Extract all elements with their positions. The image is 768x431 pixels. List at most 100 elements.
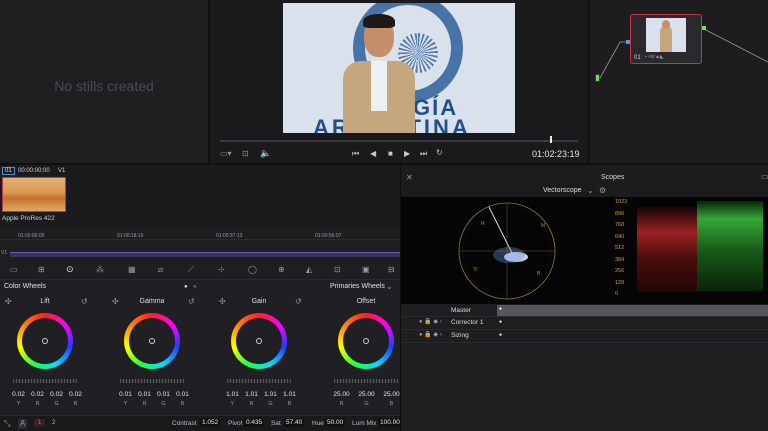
hue-value[interactable]: 50.00 [325, 418, 346, 427]
stop-icon[interactable]: ■ [388, 150, 393, 158]
color-match-icon[interactable]: ⊞ [38, 266, 45, 274]
keyframe-master-track[interactable] [497, 305, 768, 316]
viewer-image[interactable]: GÍA ARGENTINA [283, 3, 515, 133]
node-output-port[interactable] [702, 26, 706, 30]
keyframe-row-master[interactable]: Master [451, 307, 471, 314]
wheel-handle[interactable] [363, 338, 369, 344]
wheel-handle[interactable] [42, 338, 48, 344]
page-dot-1[interactable]: ● [184, 284, 188, 290]
master-wheel-slider[interactable] [334, 379, 398, 383]
wheel-value[interactable]: 1.01 [261, 391, 280, 398]
hdr-icon[interactable]: ⁂ [96, 266, 104, 274]
wheel-value[interactable]: 25.00 [354, 391, 379, 398]
wheel-lift: ✣ Lift ↺ 0.02 Y 0.02 R 0.02 G 0.02 B [5, 295, 88, 415]
row-divider [401, 329, 768, 330]
qualifier-icon[interactable]: ⊹ [218, 266, 225, 274]
channel-label: B [287, 401, 292, 407]
keyframe-row-corrector[interactable]: Corrector 1 [451, 319, 484, 326]
volume-icon[interactable]: 🔈 [260, 149, 271, 158]
wheel-value[interactable]: 0.02 [47, 391, 66, 398]
wheel-handle[interactable] [149, 338, 155, 344]
sizing-icon[interactable]: ▣ [362, 266, 370, 274]
tracker-icon[interactable]: ⊕ [278, 266, 285, 274]
3d-icon[interactable]: ⊟ [388, 266, 395, 274]
mini-timeline[interactable]: 01:00:00:00 01:00:18:19 01:00:37:13 01:0… [0, 230, 400, 262]
wheel-value[interactable]: 0.01 [173, 391, 192, 398]
clip-thumbnail[interactable] [2, 177, 66, 212]
skip-start-icon[interactable]: ⏮ [352, 150, 359, 158]
key-icon[interactable]: ⊡ [334, 266, 341, 274]
motion-effects-icon[interactable]: ⧄ [158, 266, 163, 274]
channel-label: G [161, 401, 166, 407]
wheel-gain: ✣ Gain ↺ 1.01 Y 1.01 R 1.01 G 1.01 B [219, 295, 302, 415]
contrast-value[interactable]: 1.052 [200, 418, 221, 427]
wheel-value[interactable]: 0.01 [154, 391, 173, 398]
scale-label: 384 [615, 256, 625, 263]
lummix-label: Lum Mix [352, 420, 377, 427]
keyframe-row-sizing[interactable]: Sizing [451, 332, 469, 339]
window-icon[interactable]: ◯ [248, 266, 257, 274]
pivot-value[interactable]: 0.435 [244, 418, 265, 427]
chevron-down-icon[interactable]: ⌄ [386, 283, 393, 291]
scrub-bar[interactable] [220, 140, 578, 142]
page-2-button[interactable]: 2 [48, 419, 59, 427]
curves-icon[interactable]: ⟋ [188, 266, 194, 274]
row-divider [401, 342, 768, 343]
wheel-value[interactable]: 1.01 [280, 391, 299, 398]
playhead[interactable] [550, 136, 552, 143]
wheel-value[interactable]: 0.01 [116, 391, 135, 398]
camera-raw-icon[interactable]: ▭ [10, 266, 18, 274]
audio-mute-icon[interactable]: ⊡ [242, 150, 249, 158]
lummix-value[interactable]: 100.00 [378, 418, 402, 427]
skip-end-icon[interactable]: ⏭ [420, 150, 427, 158]
timeline-clip[interactable] [10, 252, 400, 257]
scope-mode-select[interactable]: Vectorscope [543, 187, 582, 194]
page-1-button[interactable]: 1 [34, 419, 46, 427]
scope-settings-icon[interactable]: ⚙ [599, 187, 606, 195]
wheel-value[interactable]: 25.00 [329, 391, 354, 398]
wheel-value[interactable]: 0.02 [28, 391, 47, 398]
reset-icon[interactable]: ↺ [81, 298, 88, 306]
sat-value[interactable]: 57.40 [284, 418, 305, 427]
channel-label: G [54, 401, 59, 407]
loop-icon[interactable]: ↻ [436, 149, 443, 157]
close-icon[interactable]: ✕ [406, 174, 413, 182]
gallery-panel: No stills created [0, 0, 208, 163]
wheel-mode-select[interactable]: Primaries Wheels [330, 283, 385, 290]
page-dot-2[interactable]: ● [193, 284, 197, 290]
color-wheels-icon[interactable]: ⊙ [66, 265, 74, 274]
master-wheel-slider[interactable] [13, 379, 77, 383]
wheel-handle[interactable] [256, 338, 262, 344]
pivot-label: Pivot [228, 420, 243, 427]
wheel-value[interactable]: 1.01 [242, 391, 261, 398]
row-icons-sizing[interactable]: ● 🔒 ◆ › [419, 332, 442, 338]
color-wheels-title: Color Wheels [4, 283, 47, 290]
adjust-bar: ⤡ A 1 2 Contrast 1.052 Pivot 0.435 Sat 5… [0, 415, 402, 431]
maximize-icon[interactable]: ▭ [761, 173, 768, 181]
master-wheel-slider[interactable] [227, 379, 291, 383]
scale-label: 640 [615, 233, 625, 240]
reset-icon[interactable]: ↺ [295, 298, 302, 306]
master-wheel-slider[interactable] [120, 379, 184, 383]
wheel-value[interactable]: 1.01 [223, 391, 242, 398]
chevron-down-icon[interactable]: ⌄ [587, 187, 594, 195]
wheel-value[interactable]: 0.02 [9, 391, 28, 398]
wheel-value[interactable]: 0.01 [135, 391, 154, 398]
contrast-label: Contrast [172, 420, 197, 427]
node-editor[interactable]: 01 ▪◔⊘⁄▲◣ [590, 0, 768, 163]
auto-balance-icon[interactable]: ⤡ [4, 420, 10, 428]
node-input-port[interactable] [626, 40, 630, 44]
reverse-icon[interactable]: ◀ [370, 150, 376, 158]
reset-icon[interactable]: ↺ [188, 298, 195, 306]
view-options-icon[interactable]: ▭▾ [220, 150, 232, 158]
color-node[interactable]: 01 ▪◔⊘⁄▲◣ [630, 14, 702, 64]
rgb-mixer-icon[interactable]: ▦ [128, 266, 136, 274]
keyframe-marker-sizing: ● [499, 332, 503, 338]
wheel-value[interactable]: 0.02 [66, 391, 85, 398]
auto-color-icon[interactable]: A [18, 419, 28, 429]
vectorscope: R M Yl B [401, 197, 613, 304]
blur-icon[interactable]: ◭ [306, 266, 312, 274]
play-icon[interactable]: ▶ [404, 150, 410, 158]
scale-label: 896 [615, 210, 625, 217]
row-icons-corrector[interactable]: ● 🔒 ◆ › [419, 319, 442, 325]
